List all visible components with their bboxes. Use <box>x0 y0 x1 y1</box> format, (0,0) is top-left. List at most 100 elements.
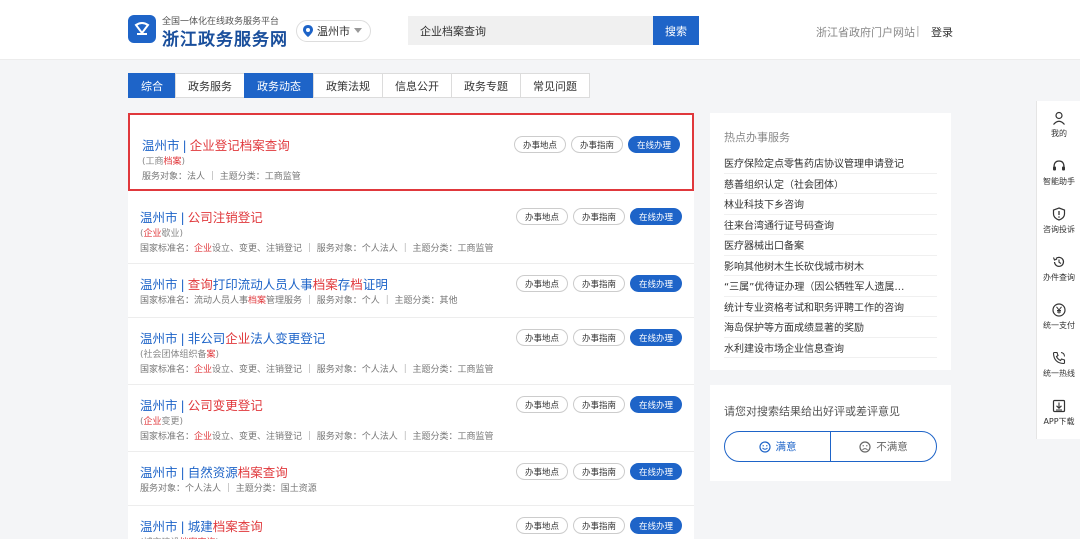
online-apply-button[interactable]: 在线办理 <box>629 396 682 413</box>
result-title[interactable]: 温州市 | 公司注销登记 <box>140 207 263 226</box>
subtitle-text: 变更) <box>161 417 184 427</box>
online-apply-button[interactable]: 在线办理 <box>629 463 682 480</box>
unsatisfied-button[interactable]: 不满意 <box>831 432 936 461</box>
header-divider: | <box>916 24 920 37</box>
search-input[interactable]: 企业档案查询 <box>408 16 654 45</box>
hot-service-item[interactable]: 海岛保护等方面成绩显著的奖励 <box>724 317 937 338</box>
title-text: 存 <box>337 277 351 292</box>
sidebar-item-case-query[interactable]: 办件查询 <box>1037 245 1080 293</box>
result-title[interactable]: 温州市 | 查询打印流动人员人事档案存档证明 <box>140 274 388 293</box>
result-item[interactable]: 温州市 | 公司注销登记 (企业歇业) 国家标准名：企业设立、变更、注销登记 ｜ 服务对… <box>128 197 694 264</box>
online-apply-button[interactable]: 在线办理 <box>629 517 682 534</box>
keyword-highlight: 档案查询 <box>237 465 288 480</box>
result-item[interactable]: 温州市 | 非公司企业法人变更登记 (社会团体组织备案) 国家标准名：企业设立、变更、注… <box>128 318 694 385</box>
keyword-highlight: 案 <box>206 350 216 360</box>
guide-button[interactable]: 办事指南 <box>572 208 625 225</box>
guide-button[interactable]: 办事指南 <box>572 396 625 413</box>
title-text: 证明 <box>362 277 388 292</box>
result-item[interactable]: 温州市 | 公司变更登记 (企业变更) 国家标准名：企业设立、变更、注销登记 ｜ 服务对… <box>128 385 694 452</box>
city-select[interactable]: 温州市 <box>296 20 371 42</box>
search-button[interactable]: 搜索 <box>653 16 699 45</box>
meta-text: 设立、变更、注销登记 ｜ 服务对象：个人法人 ｜ 主题分类：工商监管 <box>212 365 494 375</box>
result-title[interactable]: 温州市 | 自然资源档案查询 <box>140 462 288 481</box>
location-button[interactable]: 办事地点 <box>515 275 568 292</box>
meta-text: 国家标准名： <box>140 365 195 375</box>
result-title[interactable]: 温州市 | 城建档案查询 <box>140 516 263 535</box>
result-item[interactable]: 温州市 | 查询打印流动人员人事档案存档证明 国家标准名：流动人员人事档案管理服务 ｜… <box>128 264 694 318</box>
satisfied-button[interactable]: 满意 <box>725 432 831 461</box>
sidebar-item-app-download[interactable]: APP下载 <box>1037 389 1080 437</box>
sidebar-item-complaint[interactable]: 咨询投诉 <box>1037 197 1080 245</box>
sidebar-label: 咨询投诉 <box>1043 225 1075 234</box>
location-button[interactable]: 办事地点 <box>513 136 566 153</box>
tab-gov-news[interactable]: 政务动态 <box>244 73 314 98</box>
guide-button[interactable]: 办事指南 <box>572 463 625 480</box>
hot-service-item[interactable]: 影响其他树木生长砍伐城市树木 <box>724 256 937 276</box>
subtitle-text: ) <box>181 157 186 167</box>
keyword-highlight: 企业 <box>194 432 213 442</box>
meta-text: 管理服务 ｜ 服务对象：个人 ｜ 主题分类：其他 <box>266 296 458 306</box>
sidebar-item-assistant[interactable]: 智能助手 <box>1037 149 1080 197</box>
keyword-highlight: 查询 <box>187 277 213 292</box>
result-city: 温州市 <box>142 138 180 153</box>
tab-info-disclosure[interactable]: 信息公开 <box>382 73 452 98</box>
result-subtitle: (企业歇业) <box>140 226 183 239</box>
sidebar-item-payment[interactable]: 统一支付 <box>1037 293 1080 341</box>
result-separator: | <box>182 138 187 153</box>
sidebar-item-hotline[interactable]: 统一热线 <box>1037 341 1080 389</box>
login-link[interactable]: 登录 <box>931 24 953 40</box>
guide-button[interactable]: 办事指南 <box>572 329 625 346</box>
logo-icon[interactable] <box>128 15 156 43</box>
hot-service-item[interactable]: 林业科技下乡咨询 <box>724 194 937 215</box>
sidebar-label: 智能助手 <box>1043 177 1075 186</box>
hot-services-list: 医疗保险定点零售药店协议管理申请登记 慈善组织认定（社会团体） 林业科技下乡咨询… <box>724 153 937 358</box>
satisfied-label: 满意 <box>775 441 797 453</box>
meta-text: 服务对象：法人 ｜ 主题分类：工商监管 <box>142 172 301 182</box>
tab-gov-services[interactable]: 政务服务 <box>175 73 245 98</box>
guide-button[interactable]: 办事指南 <box>572 275 625 292</box>
subtitle-text: (社会团体组织备 <box>140 350 207 360</box>
result-title[interactable]: 温州市 | 公司变更登记 <box>140 395 263 414</box>
result-actions: 办事地点 办事指南 在线办理 <box>515 517 682 534</box>
gov-portal-link[interactable]: 浙江省政府门户网站 <box>816 24 915 40</box>
tab-policies[interactable]: 政策法规 <box>313 73 383 98</box>
location-button[interactable]: 办事地点 <box>515 329 568 346</box>
result-title[interactable]: 温州市 | 非公司企业法人变更登记 <box>140 328 325 347</box>
guide-button[interactable]: 办事指南 <box>570 136 623 153</box>
result-separator: | <box>180 465 185 480</box>
result-item[interactable]: 温州市 | 自然资源档案查询服务对象：个人法人 ｜ 主题分类：国土资源 办事地点 办事指… <box>128 452 694 506</box>
hot-service-item[interactable]: 慈善组织认定（社会团体） <box>724 174 937 194</box>
location-button[interactable]: 办事地点 <box>515 396 568 413</box>
location-button[interactable]: 办事地点 <box>515 517 568 534</box>
online-apply-button[interactable]: 在线办理 <box>627 136 680 153</box>
result-city: 温州市 <box>140 519 178 534</box>
tab-topics[interactable]: 政务专题 <box>451 73 521 98</box>
location-button[interactable]: 办事地点 <box>515 208 568 225</box>
online-apply-button[interactable]: 在线办理 <box>629 329 682 346</box>
keyword-highlight: 公司变更登记 <box>187 398 263 413</box>
location-button[interactable]: 办事地点 <box>515 463 568 480</box>
hot-service-item[interactable]: 水利建设市场企业信息查询 <box>724 338 937 358</box>
subtitle-text: (工商 <box>142 157 164 167</box>
meta-text: 服务对象：个人法人 ｜ 主题分类：国土资源 <box>140 484 317 494</box>
sidebar-item-mine[interactable]: 我的 <box>1037 101 1080 149</box>
guide-button[interactable]: 办事指南 <box>572 517 625 534</box>
hot-service-item[interactable]: 统计专业资格考试和职务评聘工作的咨询 <box>724 297 937 317</box>
hot-service-item[interactable]: “三属”优待证办理（因公牺牲军人遗属… <box>724 276 937 297</box>
online-apply-button[interactable]: 在线办理 <box>629 275 682 292</box>
result-item[interactable]: 温州市|城建档案查询(城市建设档案查询) 办事地点办事指南在线办理 <box>128 506 694 539</box>
hot-service-item[interactable]: 医疗器械出口备案 <box>724 235 937 256</box>
search-results: 温州市 | 企业登记档案查询 (工商档案) 服务对象：法人 ｜ 主题分类：工商监管 办事地… <box>128 113 694 539</box>
online-apply-button[interactable]: 在线办理 <box>629 208 682 225</box>
result-subtitle: (工商档案) <box>142 154 185 167</box>
result-item[interactable]: 温州市 | 企业登记档案查询 (工商档案) 服务对象：法人 ｜ 主题分类：工商监管 办事地… <box>128 113 694 191</box>
download-icon <box>1052 399 1066 413</box>
title-text: 打印流动人员人事 <box>212 277 313 292</box>
hot-service-item[interactable]: 医疗保险定点零售药店协议管理申请登记 <box>724 153 937 174</box>
result-title[interactable]: 温州市 | 企业登记档案查询 <box>142 135 290 154</box>
hot-service-item[interactable]: 往来台湾通行证号码查询 <box>724 215 937 235</box>
tab-faq[interactable]: 常见问题 <box>520 73 590 98</box>
keyword-highlight: 企业 <box>225 331 251 346</box>
logo-title[interactable]: 浙江政务服务网 <box>162 25 288 50</box>
tab-all[interactable]: 综合 <box>128 73 176 98</box>
